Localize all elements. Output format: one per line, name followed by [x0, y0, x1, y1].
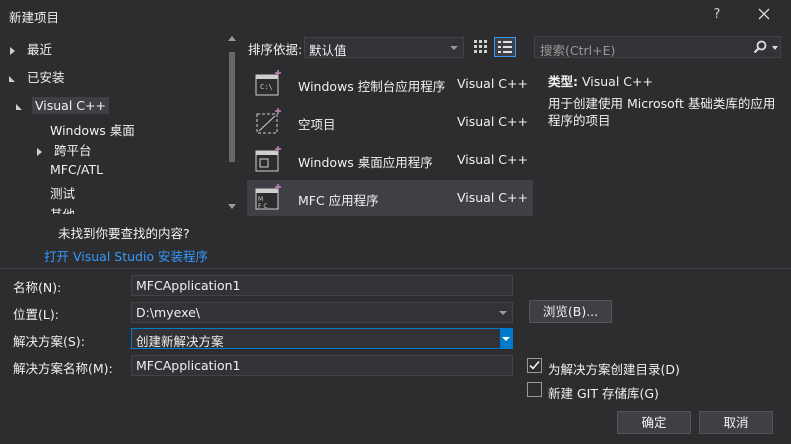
svg-text:F C: F C [258, 203, 268, 210]
divider [0, 268, 791, 269]
open-installer-link[interactable]: 打开 Visual Studio 安装程序 [44, 246, 208, 265]
solution-label: 解决方案(S): [13, 334, 85, 349]
solution-select[interactable]: 创建新解决方案 [131, 328, 513, 349]
template-language: Visual C++ [457, 152, 528, 167]
window-title: 新建项目 [9, 10, 60, 25]
type-label: 类型: [548, 74, 578, 89]
tree-item-mfc-atl[interactable]: MFC/ATL [50, 162, 103, 177]
list-view-button[interactable] [494, 37, 516, 57]
tree-item-label: Windows 桌面 [50, 123, 135, 138]
close-icon [758, 8, 770, 20]
tree-item-recent[interactable]: 最近 [10, 39, 52, 58]
chevron-down-icon [450, 46, 458, 50]
git-label[interactable]: 新建 GIT 存储库(G) [548, 383, 659, 402]
collapse-icon[interactable] [16, 103, 22, 110]
tree-item-visual-cpp[interactable]: Visual C++ [16, 97, 109, 114]
sort-select[interactable]: 默认值 [304, 37, 464, 58]
name-field[interactable]: MFCApplication1 [131, 275, 513, 296]
type-line: 类型: Visual C++ [548, 71, 653, 90]
tree-item-label: MFC/ATL [50, 162, 104, 177]
chevron-down-icon[interactable] [772, 46, 778, 50]
search-placeholder: 搜索(Ctrl+E) [540, 43, 616, 58]
tree-item-label: 最近 [26, 42, 52, 57]
location-field[interactable]: D:\myexe\ [131, 302, 513, 323]
template-language: Visual C++ [457, 76, 528, 91]
tree-item-label: 已安装 [26, 70, 65, 85]
search-icon[interactable] [753, 40, 767, 54]
git-checkbox[interactable] [527, 382, 542, 397]
template-name: Windows 桌面应用程序 [298, 155, 433, 170]
grid-view-button[interactable] [471, 37, 491, 57]
empty-project-icon [256, 108, 281, 134]
collapse-icon[interactable] [9, 75, 15, 82]
template-description: 用于创建使用 Microsoft 基础类库的应用程序的项目 [548, 96, 776, 128]
mfc-app-icon: M F C [255, 184, 281, 210]
tree-item-label: Visual C++ [31, 97, 109, 114]
checkmark-icon [529, 360, 540, 370]
grid-icon [474, 40, 487, 53]
tree-item-label: 跨平台 [53, 143, 92, 158]
template-name: Windows 控制台应用程序 [298, 79, 446, 94]
template-name: 空项目 [298, 117, 336, 132]
name-value: MFCApplication1 [136, 278, 241, 293]
list-icon [498, 41, 512, 53]
template-item[interactable]: Windows 桌面应用程序 Visual C++ [247, 142, 533, 178]
browse-button[interactable]: 浏览(B)... [529, 300, 612, 323]
template-language: Visual C++ [457, 190, 528, 205]
create-dir-checkbox[interactable] [527, 358, 542, 373]
tree-item-test[interactable]: 测试 [50, 183, 75, 202]
console-app-icon: C:\ [255, 70, 281, 96]
tree-scrollbar[interactable] [226, 30, 238, 214]
solution-value: 创建新解决方案 [136, 334, 224, 349]
not-found-text: 未找到你要查找的内容? [58, 226, 190, 241]
location-label: 位置(L): [13, 307, 59, 322]
sort-value: 默认值 [309, 43, 347, 58]
solution-name-label: 解决方案名称(M): [13, 361, 113, 376]
help-button[interactable]: ? [706, 4, 728, 26]
tree-item-installed[interactable]: 已安装 [9, 67, 65, 86]
svg-text:C:\: C:\ [260, 83, 273, 91]
sort-label: 排序依据: [248, 42, 303, 57]
search-input[interactable]: 搜索(Ctrl+E) [534, 36, 781, 58]
svg-text:M: M [258, 196, 263, 203]
template-item[interactable]: 空项目 Visual C++ [247, 104, 533, 140]
scroll-up-icon[interactable] [228, 36, 236, 41]
desktop-app-icon [255, 146, 281, 172]
template-item[interactable]: C:\ Windows 控制台应用程序 Visual C++ [247, 66, 533, 102]
template-name: MFC 应用程序 [298, 193, 379, 208]
chevron-down-icon[interactable] [500, 329, 512, 348]
title-bar: 新建项目 ? [0, 0, 791, 30]
chevron-down-icon[interactable] [499, 311, 507, 315]
type-value: Visual C++ [581, 74, 653, 89]
create-dir-label[interactable]: 为解决方案创建目录(D) [548, 359, 680, 378]
name-label: 名称(N): [13, 280, 62, 295]
expand-icon[interactable] [37, 147, 42, 156]
close-button[interactable] [752, 3, 776, 27]
scroll-thumb[interactable] [229, 52, 235, 162]
location-value: D:\myexe\ [136, 305, 201, 320]
solution-name-value: MFCApplication1 [136, 358, 241, 373]
tree-item-label: 测试 [50, 186, 76, 201]
tree-item-other[interactable]: 其他 [50, 204, 75, 214]
template-language: Visual C++ [457, 114, 528, 129]
tree-item-label: 其他 [50, 207, 75, 214]
ok-button[interactable]: 确定 [617, 411, 691, 434]
cancel-button[interactable]: 取消 [699, 411, 773, 434]
solution-name-field[interactable]: MFCApplication1 [131, 355, 513, 376]
scroll-down-icon[interactable] [228, 204, 236, 209]
expand-icon[interactable] [10, 46, 15, 55]
template-item-selected[interactable]: M F C MFC 应用程序 Visual C++ [247, 180, 533, 216]
tree-item-windows-desktop[interactable]: Windows 桌面 [50, 120, 135, 139]
tree-item-cross-platform[interactable]: 跨平台 [37, 140, 92, 159]
